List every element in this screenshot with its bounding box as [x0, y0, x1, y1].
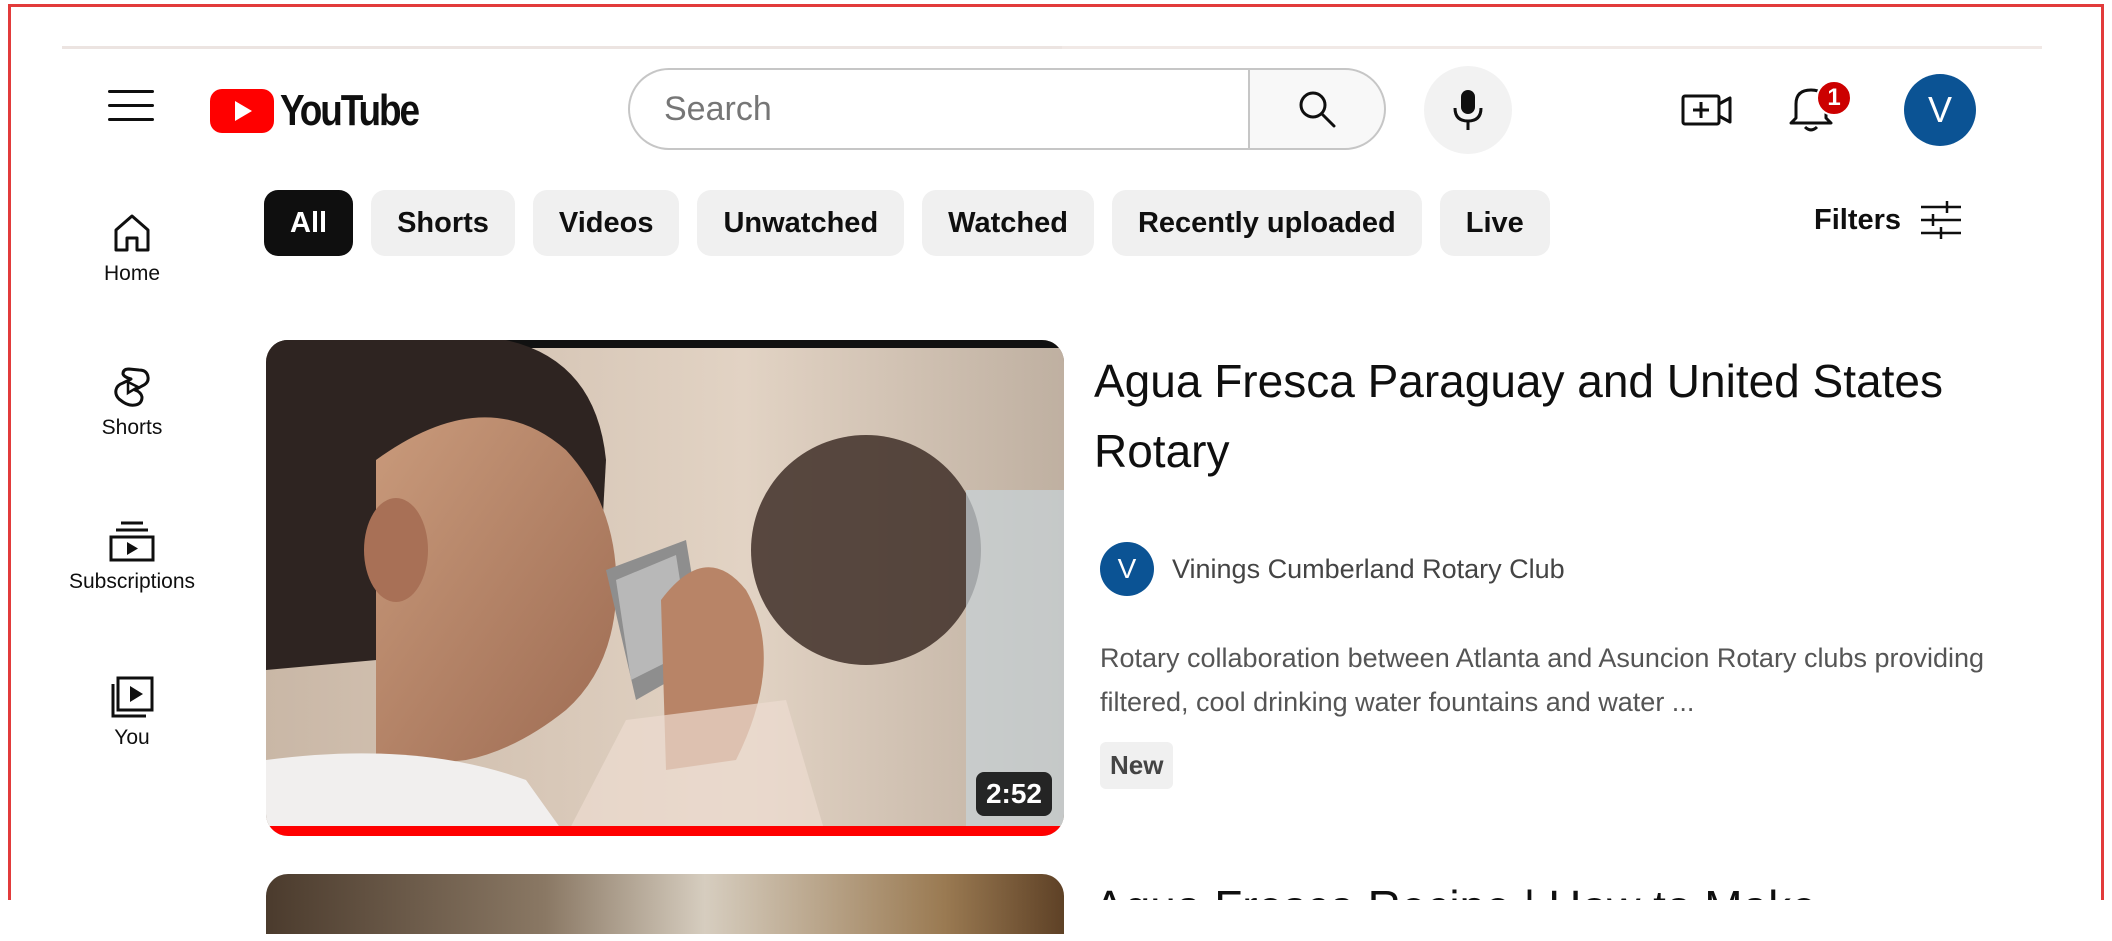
youtube-play-icon [210, 89, 274, 133]
chip-live[interactable]: Live [1439, 190, 1550, 256]
thumbnail-image [266, 340, 1064, 836]
channel-avatar: V [1100, 542, 1154, 596]
video-thumbnail[interactable] [266, 874, 1064, 934]
sidebar-item-shorts[interactable]: Shorts [56, 366, 208, 440]
channel-link[interactable]: V Vinings Cumberland Rotary Club [1100, 542, 1565, 596]
voice-search-button[interactable] [1424, 66, 1512, 154]
menu-icon[interactable] [108, 90, 154, 124]
watch-progress-bar [266, 826, 1064, 836]
chip-recently-uploaded[interactable]: Recently uploaded [1111, 190, 1422, 256]
sliders-icon [1921, 201, 1962, 239]
notification-count-badge: 1 [1816, 80, 1852, 116]
chip-watched[interactable]: Watched [922, 190, 1094, 256]
video-title-container[interactable]: Agua Fresca Recipe | How to Make [1094, 880, 1994, 900]
sidebar-item-home[interactable]: Home [56, 212, 208, 286]
sidebar-item-label: Subscriptions [68, 570, 196, 593]
page-load-bar [62, 46, 2042, 49]
you-icon [111, 676, 154, 718]
chip-unwatched[interactable]: Unwatched [697, 190, 905, 256]
chip-shorts[interactable]: Shorts [371, 190, 515, 256]
microphone-icon [1453, 90, 1483, 130]
search-button[interactable] [1248, 68, 1386, 150]
video-title[interactable]: Agua Fresca Paraguay and United States R… [1094, 346, 1994, 486]
home-icon [114, 214, 150, 252]
sidebar-item-label: You [114, 726, 150, 749]
video-description: Rotary collaboration between Atlanta and… [1100, 643, 1985, 717]
account-avatar[interactable]: V [1904, 74, 1976, 146]
subscriptions-icon [109, 521, 155, 562]
shorts-icon [114, 367, 150, 407]
search-icon [1299, 91, 1336, 128]
sidebar-item-label: Shorts [101, 416, 163, 439]
channel-name: Vinings Cumberland Rotary Club [1172, 553, 1565, 584]
sidebar-item-you[interactable]: You [56, 676, 208, 750]
video-thumbnail[interactable]: 2:52 [266, 340, 1064, 836]
video-add-icon [1681, 94, 1732, 126]
filters-label: Filters [1814, 203, 1902, 236]
youtube-logo[interactable]: YouTube [210, 86, 444, 136]
chip-all[interactable]: All [264, 190, 354, 256]
filters-button[interactable]: Filters [1814, 200, 1963, 240]
video-duration: 2:52 [975, 772, 1052, 816]
search-input[interactable] [630, 88, 1248, 130]
logo-text: YouTube [280, 86, 420, 135]
sidebar-item-subscriptions[interactable]: Subscriptions [56, 520, 208, 594]
chip-videos[interactable]: Videos [532, 190, 680, 256]
search-box[interactable] [628, 68, 1248, 150]
video-title: Agua Fresca Recipe | How to Make [1094, 880, 1994, 900]
filter-chips-bar: All Shorts Videos Unwatched Watched Rece… [264, 190, 1550, 256]
sidebar-item-label: Home [103, 262, 161, 285]
new-badge: New [1100, 742, 1174, 789]
create-video-button[interactable] [1680, 88, 1736, 132]
